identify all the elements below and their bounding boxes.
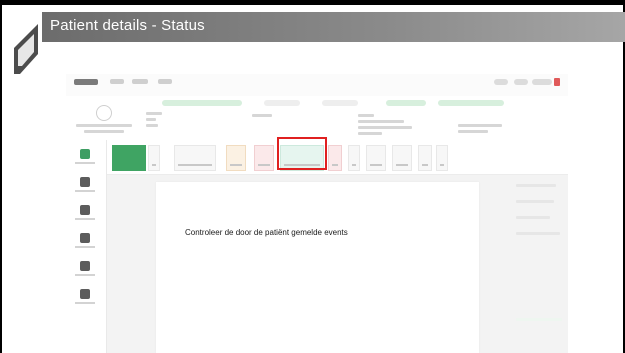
right-panel-line (516, 232, 560, 235)
sidebar-item-label (75, 190, 95, 192)
sidebar-item[interactable] (80, 177, 90, 187)
label-line (458, 124, 502, 127)
toolbar-button[interactable] (392, 145, 412, 171)
slide-title: Patient details - Status (50, 17, 205, 34)
nav-item[interactable] (110, 79, 124, 84)
left-border (0, 0, 2, 353)
field[interactable] (264, 100, 300, 106)
label-line (358, 126, 412, 129)
toolbar-button[interactable] (328, 145, 342, 171)
toolbar-button[interactable] (226, 145, 246, 171)
nav-item[interactable] (132, 79, 148, 84)
right-panel-line (516, 216, 550, 219)
patient-name-line (76, 124, 132, 127)
label-line (146, 112, 162, 115)
app-top-bar (66, 74, 568, 97)
label-line (146, 118, 156, 121)
label-line (146, 124, 158, 127)
corner-decoration (14, 24, 38, 74)
document-page (156, 182, 479, 353)
sidebar-item[interactable] (80, 261, 90, 271)
toolbar-button[interactable] (366, 145, 386, 171)
toolbar-button[interactable] (254, 145, 274, 171)
toolbar-button[interactable] (174, 145, 216, 171)
toolbar-button-active[interactable] (112, 145, 146, 171)
app-logo (74, 79, 98, 85)
avatar (96, 105, 112, 121)
slide: Patient details - Status Controleer de d… (0, 0, 625, 353)
top-border (0, 0, 625, 5)
field[interactable] (322, 100, 358, 106)
sidebar-item-label (75, 246, 95, 248)
label-line (252, 114, 272, 117)
top-menu-item[interactable] (514, 79, 528, 85)
patient-header (66, 96, 568, 141)
highlight-box (277, 137, 327, 170)
alert-icon[interactable] (554, 78, 560, 86)
sidebar-item-label (75, 302, 95, 304)
sidebar-item[interactable] (80, 149, 90, 159)
label-line (358, 132, 382, 135)
right-panel-line (516, 200, 554, 203)
top-menu-item[interactable] (494, 79, 508, 85)
sidebar-item-label (75, 218, 95, 220)
label-line (358, 114, 374, 117)
sidebar-item-label (75, 274, 95, 276)
label-line (458, 130, 488, 133)
status-field[interactable] (162, 100, 242, 106)
sidebar-item-label (75, 162, 95, 164)
right-panel-button[interactable] (516, 318, 562, 321)
status-field[interactable] (386, 100, 426, 106)
toolbar-button[interactable] (348, 145, 360, 171)
right-panel-line (516, 184, 556, 187)
toolbar-button[interactable] (418, 145, 432, 171)
label-line (358, 120, 404, 123)
instruction-text: Controleer de door de patiënt gemelde ev… (185, 228, 348, 237)
sidebar-item[interactable] (80, 205, 90, 215)
toolbar-button[interactable] (436, 145, 448, 171)
sidebar-item[interactable] (80, 289, 90, 299)
status-field[interactable] (438, 100, 504, 106)
sidebar-item[interactable] (80, 233, 90, 243)
nav-item[interactable] (158, 79, 172, 84)
patient-id-line (84, 130, 124, 133)
toolbar-button[interactable] (148, 145, 160, 171)
user-menu[interactable] (532, 79, 552, 85)
left-sidebar (66, 140, 107, 353)
